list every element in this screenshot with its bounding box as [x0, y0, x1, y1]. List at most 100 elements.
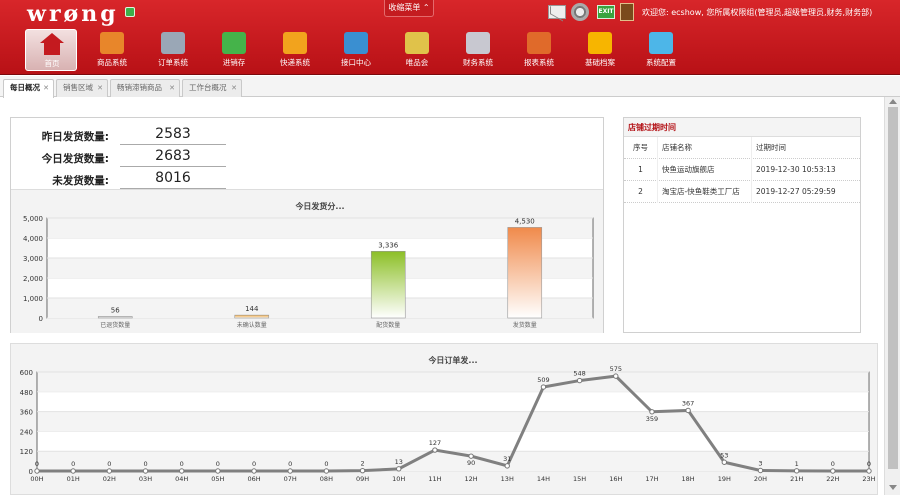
logo: wrøng [27, 1, 119, 27]
help-book-icon[interactable] [620, 3, 634, 21]
point-value-label: 2 [360, 460, 364, 468]
stat-value: 8016 [120, 170, 226, 189]
point-value-label: 0 [216, 460, 220, 468]
home-body-icon [44, 43, 60, 55]
close-icon[interactable]: ✕ [97, 80, 103, 96]
data-point [830, 468, 836, 474]
box-icon [100, 32, 124, 54]
nav-item-1[interactable]: 商品系统 [86, 29, 138, 71]
close-icon[interactable]: ✕ [43, 80, 49, 96]
nav-item-9[interactable]: 基础档案 [574, 29, 626, 71]
tab-bestseller-products[interactable]: 畅销滞销商品 ✕ [110, 79, 180, 97]
x-tick-label: 21H [790, 475, 803, 483]
data-point [142, 468, 149, 474]
nav-label: 快递系统 [280, 58, 310, 67]
x-tick-label: 10H [392, 475, 405, 483]
point-value-label: 0 [107, 460, 111, 468]
cell-expiry-time: 2019-12-27 05:29:59 [756, 187, 836, 196]
nav-item-7[interactable]: 财务系统 [452, 29, 504, 71]
nav-item-10[interactable]: 系统配置 [635, 29, 687, 71]
cube-icon [222, 32, 246, 54]
mail-icon[interactable] [548, 5, 566, 19]
x-tick-label: 23H [862, 475, 875, 483]
vertical-scrollbar[interactable] [884, 97, 900, 495]
collapse-menu-button[interactable]: 收缩菜单 ⌃ [384, 0, 434, 17]
x-tick-label: 05H [211, 475, 224, 483]
y-tick-label: 1,000 [23, 295, 43, 303]
nav-item-5[interactable]: 接口中心 [330, 29, 382, 71]
tab-label: 畅销滞销商品 [117, 83, 162, 92]
exit-button[interactable]: EXIT [597, 5, 615, 19]
point-value-label: 548 [573, 370, 585, 378]
point-value-label: 509 [537, 376, 549, 384]
gear-icon[interactable] [571, 3, 589, 21]
data-point [685, 407, 691, 414]
nav-item-0[interactable]: 首页 [25, 29, 77, 71]
shipping-stats-panel: 昨日发货数量: 2583 今日发货数量: 2683 未发货数量: 8016 今日… [10, 117, 604, 333]
x-tick-label: 15H [573, 475, 586, 483]
store-expiry-panel: 店铺过期时间 序号 店铺名称 过期时间 1 快鱼运动旗舰店 2019-12-30… [623, 117, 861, 333]
y-tick-label: 480 [20, 389, 33, 397]
nav-item-6[interactable]: 唯品会 [391, 29, 443, 71]
close-icon[interactable]: ✕ [169, 80, 175, 96]
y-tick-label: 0 [39, 315, 43, 323]
x-tick-label: 13H [501, 475, 514, 483]
tab-workbench-overview[interactable]: 工作台概况 ✕ [182, 79, 242, 97]
truck-icon [283, 32, 307, 54]
cell-no: 2 [624, 181, 658, 203]
x-tick-label: 08H [320, 475, 333, 483]
x-tick-label: 已退货数量 [100, 321, 130, 329]
tab-sales-region[interactable]: 销售区域 ✕ [56, 79, 108, 97]
bar [234, 314, 270, 319]
table-row[interactable]: 2 淘宝店-快鱼鞋类工厂店 2019-12-27 05:29:59 [624, 181, 860, 203]
bar [370, 250, 406, 319]
stat-yesterday: 昨日发货数量: 2583 [11, 124, 311, 145]
nav-label: 唯品会 [405, 58, 429, 67]
bar-value-label: 56 [111, 307, 120, 315]
tab-label: 每日概况 [10, 83, 40, 92]
point-value-label: 0 [288, 460, 292, 468]
point-value-label: 127 [429, 439, 441, 447]
data-point [540, 384, 547, 390]
panel-title: 店铺过期时间 [624, 118, 860, 137]
home-icon [40, 33, 64, 55]
stat-label: 今日发货数量: [41, 153, 109, 165]
data-point [178, 468, 185, 474]
x-tick-label: 18H [682, 475, 695, 483]
tab-daily-overview[interactable]: 每日概况 ✕ [3, 79, 54, 98]
data-point [287, 468, 293, 474]
nav-item-4[interactable]: 快递系统 [269, 29, 321, 71]
tab-label: 销售区域 [63, 83, 93, 92]
stat-label: 未发货数量: [52, 175, 109, 187]
scroll-up-arrow-icon[interactable] [889, 99, 897, 104]
table-row[interactable]: 1 快鱼运动旗舰店 2019-12-30 10:53:13 [624, 159, 860, 181]
x-tick-label: 02H [103, 475, 116, 483]
map-icon [344, 32, 368, 54]
data-point [576, 377, 583, 384]
nav-item-2[interactable]: 订单系统 [147, 29, 199, 71]
cell-expiry-time: 2019-12-30 10:53:13 [756, 165, 836, 174]
x-tick-label: 07H [284, 475, 297, 483]
cell-store-name: 快鱼运动旗舰店 [660, 159, 752, 181]
nav-item-3[interactable]: 进销存 [208, 29, 260, 71]
nav-label: 报表系统 [524, 58, 554, 67]
data-point [251, 468, 257, 474]
stat-value: 2583 [120, 126, 226, 145]
bar [97, 316, 133, 319]
header-bar: wrøng 收缩菜单 ⌃ EXIT 欢迎您: ecshow, 您所属权限组(管理… [0, 0, 900, 75]
scrollbar-thumb[interactable] [888, 107, 898, 469]
point-value-label: 0 [180, 460, 184, 468]
data-point [793, 468, 800, 474]
point-value-label: 90 [467, 459, 475, 467]
bar-chart-svg: 今日发货分... 0 1,000 2,000 3,000 4,000 5,000 56 已退货数… [23, 201, 594, 329]
person-icon [588, 32, 612, 54]
nav-label: 进销存 [222, 58, 246, 67]
x-tick-label: 09H [356, 475, 369, 483]
shipping-summary: 昨日发货数量: 2583 今日发货数量: 2683 未发货数量: 8016 [11, 118, 603, 190]
point-value-label: 13 [395, 458, 403, 466]
nav-label: 系统配置 [646, 58, 676, 67]
close-icon[interactable]: ✕ [231, 80, 237, 96]
cell-store-name: 淘宝店-快鱼鞋类工厂店 [660, 181, 752, 203]
scroll-down-arrow-icon[interactable] [889, 485, 897, 490]
nav-item-8[interactable]: 报表系统 [513, 29, 565, 71]
